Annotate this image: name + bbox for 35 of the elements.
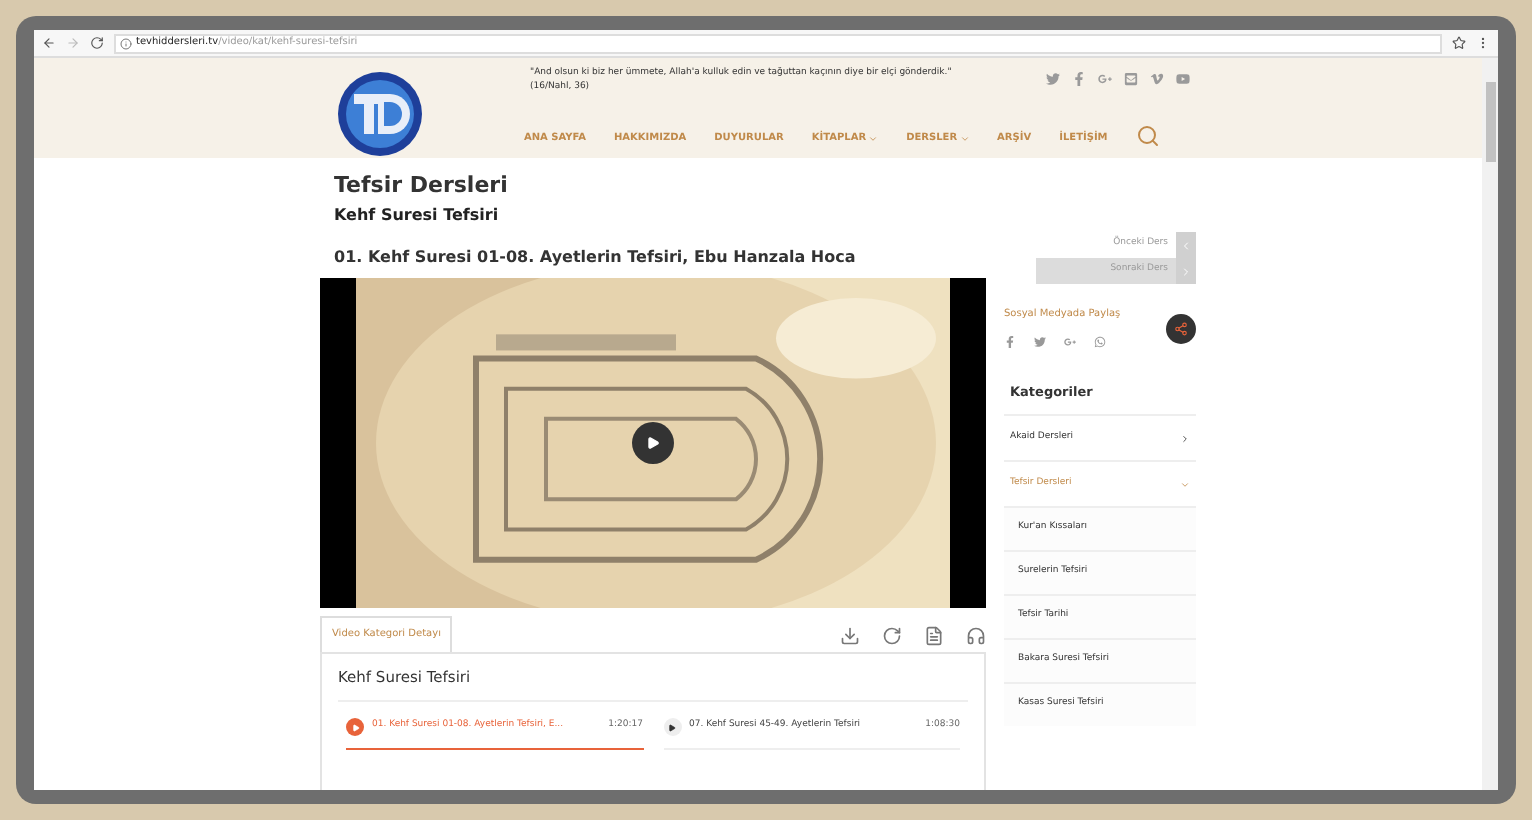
facebook-icon[interactable] — [1072, 72, 1086, 86]
caret-icon — [959, 134, 970, 144]
back-icon[interactable] — [42, 36, 56, 50]
reload-icon[interactable] — [90, 36, 104, 50]
caret-icon — [1180, 479, 1190, 490]
facebook-icon[interactable] — [1004, 335, 1016, 347]
play-icon — [663, 718, 681, 737]
search-icon[interactable] — [1135, 123, 1160, 147]
share-button[interactable] — [1166, 314, 1196, 344]
play-icon — [646, 435, 660, 449]
playing-icon — [346, 718, 364, 737]
caret-icon — [868, 134, 879, 144]
twitter-icon[interactable] — [1046, 72, 1060, 86]
google-plus-icon[interactable] — [1098, 72, 1112, 86]
page-subtitle: Kehf Suresi Tefsiri — [334, 203, 501, 227]
forward-icon[interactable] — [66, 36, 80, 50]
menu-icon[interactable] — [1476, 36, 1490, 50]
whatsapp-icon[interactable] — [1094, 335, 1106, 347]
document-icon[interactable] — [924, 626, 944, 646]
share-icon — [1174, 322, 1188, 336]
scrollbar[interactable] — [1482, 58, 1498, 790]
google-plus-icon[interactable] — [1064, 335, 1076, 347]
vimeo-icon[interactable] — [1150, 72, 1164, 86]
headphones-icon[interactable] — [966, 626, 986, 646]
video-title: 01. Kehf Suresi 01-08. Ayetlerin Tefsiri, Ebu Hanzala Hoca — [334, 245, 858, 269]
page-title: Tefsir Dersleri — [334, 170, 510, 202]
logo-icon[interactable] — [334, 70, 426, 158]
reload-icon[interactable] — [882, 626, 902, 646]
bookmark-star-icon[interactable] — [1452, 36, 1466, 50]
twitter-icon[interactable] — [1034, 335, 1046, 347]
download-icon[interactable] — [840, 626, 860, 646]
mail-icon[interactable] — [1124, 72, 1138, 86]
caret-icon — [1180, 433, 1190, 444]
youtube-icon[interactable] — [1176, 72, 1190, 86]
info-icon[interactable] — [120, 37, 132, 49]
